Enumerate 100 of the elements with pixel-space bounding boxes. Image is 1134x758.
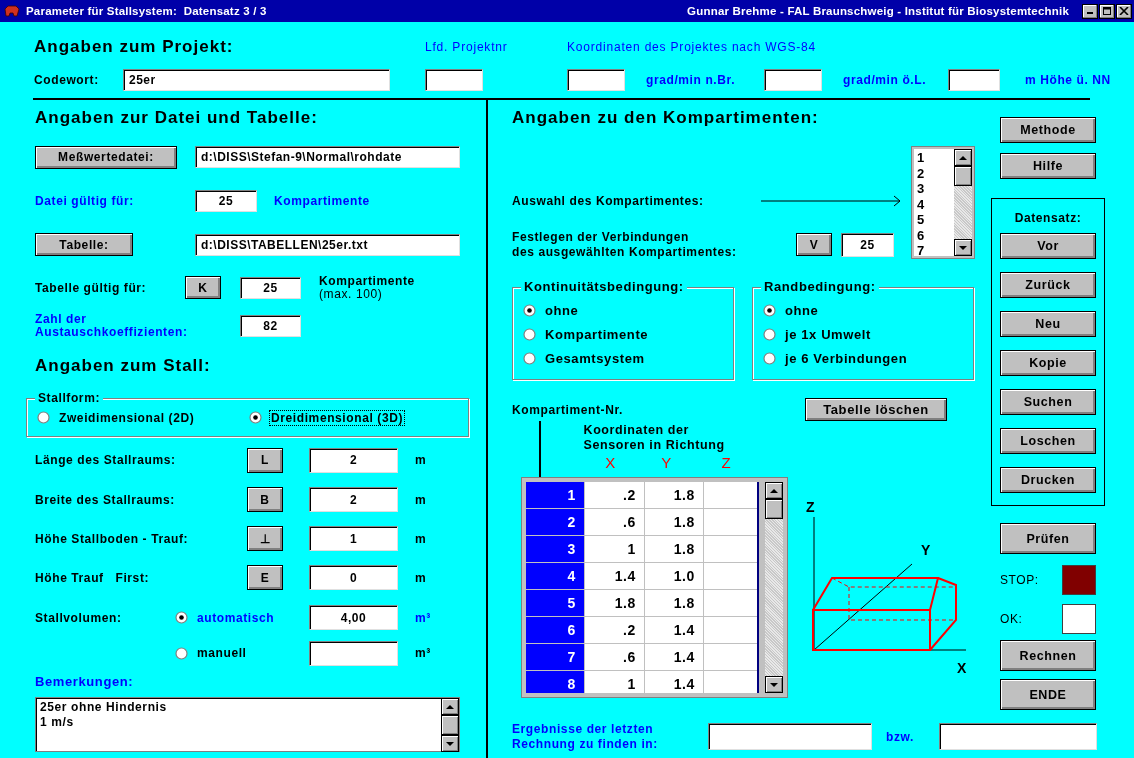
field-label: Länge des Stallraums:	[35, 453, 177, 467]
table-cell: 1.4	[645, 644, 703, 670]
field-label: Tabelle gültig für:	[35, 280, 148, 295]
text-field[interactable]: 25er	[123, 69, 390, 91]
table-cell: 1.4	[645, 671, 703, 693]
text-field[interactable]	[948, 69, 1000, 91]
column-label: Z	[720, 454, 733, 471]
side-button[interactable]: Methode	[1000, 117, 1096, 143]
table-cell: 1.0	[645, 563, 703, 589]
radio-option[interactable]: Zweidimensional (2D)	[37, 409, 249, 426]
clear-button[interactable]: Tabelle löschen	[805, 398, 947, 421]
field-label: Koordinaten des Projektes nach WGS-84	[567, 40, 818, 54]
table-cell	[704, 590, 758, 616]
radio-option[interactable]: je 1x Umwelt	[763, 326, 973, 343]
unit-label: m³	[415, 610, 431, 625]
unit-label: m	[415, 570, 427, 585]
unit-label: Kompartimente	[319, 274, 415, 288]
radio-option[interactable]: ohne	[523, 302, 733, 319]
close-button[interactable]	[1116, 3, 1132, 19]
row-header: 7	[526, 644, 584, 670]
axis-label: Z	[806, 499, 816, 515]
list-item[interactable]: 2	[917, 165, 951, 181]
side-button[interactable]: Neu	[1000, 311, 1096, 337]
side-button[interactable]: Loschen	[1000, 428, 1096, 454]
maximize-button[interactable]	[1099, 3, 1115, 19]
unit-label: m	[415, 453, 427, 467]
scrollbar[interactable]	[954, 149, 972, 256]
field-label: Stallvolumen:	[35, 610, 123, 625]
number-field[interactable]: 25	[841, 232, 894, 257]
table-cell	[704, 563, 758, 589]
list-item[interactable]: 4	[917, 196, 951, 212]
field-label: Kompartiment-Nr.	[512, 402, 624, 417]
list-item[interactable]: 7	[917, 243, 951, 256]
number-field[interactable]: 2	[309, 487, 398, 512]
side-button[interactable]: Prüfen	[1000, 523, 1096, 554]
unit-label: grad/min n.Br.	[646, 73, 737, 87]
text-field[interactable]	[425, 69, 483, 91]
row-header: 6	[526, 617, 584, 643]
text-field[interactable]	[567, 69, 625, 91]
list-item[interactable]: 3	[917, 181, 951, 197]
path-field[interactable]: d:\DISS\TABELLEN\25er.txt	[195, 233, 460, 256]
list-item[interactable]: 6	[917, 227, 951, 243]
compartment-list[interactable]: 1 2 3 4 5 6 7	[912, 147, 974, 258]
letter-button[interactable]: V	[796, 233, 832, 256]
letter-button[interactable]: K	[185, 276, 221, 299]
letter-button[interactable]: B	[247, 487, 283, 512]
field-label: Auswahl des Kompartimentes:	[512, 194, 705, 208]
number-field[interactable]: 82	[240, 315, 301, 337]
path-field[interactable]: d:\DISS\Stefan-9\Normal\rohdate	[195, 146, 460, 168]
text-field[interactable]	[939, 723, 1097, 750]
text-field[interactable]	[764, 69, 822, 91]
table-cell: 1.8	[645, 509, 703, 535]
number-field[interactable]: 1	[309, 526, 398, 551]
list-item[interactable]: 1	[917, 150, 951, 166]
side-button[interactable]: Suchen	[1000, 389, 1096, 415]
number-field[interactable]: 25	[195, 190, 257, 212]
text-field[interactable]	[708, 723, 872, 750]
side-button[interactable]: Vor	[1000, 233, 1096, 259]
radio-option[interactable]: je 6 Verbindungen	[763, 350, 973, 367]
number-field[interactable]: 2	[309, 447, 398, 473]
radio-option[interactable]: Kompartimente	[523, 326, 733, 343]
group-label: Datensatz:	[1013, 210, 1083, 227]
side-button[interactable]: ENDE	[1000, 679, 1096, 710]
field-label: Codewort:	[34, 73, 100, 87]
letter-button[interactable]: E	[247, 565, 283, 590]
group-label: Randbedingung:	[761, 279, 879, 295]
radio-option[interactable]: manuell	[175, 645, 309, 661]
unit-label: grad/min ö.L.	[843, 73, 928, 87]
minimize-button[interactable]	[1082, 3, 1098, 19]
table-button[interactable]: Tabelle:	[35, 233, 133, 256]
side-button[interactable]: Zurück	[1000, 272, 1096, 298]
field-label: Lfd. Projektnr	[425, 40, 509, 54]
letter-button[interactable]: ⊥	[247, 526, 283, 551]
field-label: Festlegen der Verbindungen des ausgewählten Kompartimentes:	[512, 229, 738, 260]
scrollbar[interactable]	[765, 482, 783, 693]
number-field[interactable]	[309, 640, 398, 666]
list-item[interactable]: 5	[917, 212, 951, 228]
side-button[interactable]: Hilfe	[1000, 153, 1096, 179]
table-cell: 1.8	[585, 590, 644, 616]
number-field[interactable]: 0	[309, 565, 398, 590]
radio-option[interactable]: ohne	[763, 302, 973, 319]
radio-option[interactable]: automatisch	[175, 609, 309, 626]
letter-button[interactable]: L	[247, 447, 283, 473]
table-cell	[704, 671, 758, 693]
radio-option[interactable]: Gesamtsystem	[523, 350, 733, 367]
side-button[interactable]: Kopie	[1000, 350, 1096, 376]
section-heading: Angaben zum Stall:	[35, 356, 211, 376]
number-field[interactable]: 25	[240, 276, 301, 299]
field-label: Zahl der Austauschkoeffizienten:	[35, 313, 189, 339]
table-cell: .2	[585, 482, 644, 508]
remarks-field[interactable]: 25er ohne Hindernis 1 m/s	[35, 697, 460, 752]
side-button[interactable]: Drucken	[1000, 467, 1096, 493]
file-button[interactable]: Meßwertedatei:	[35, 145, 177, 169]
number-field[interactable]: 4,00	[309, 605, 398, 630]
unit-label: Kompartimente	[274, 194, 370, 208]
table-cell	[704, 644, 758, 670]
side-button[interactable]: Rechnen	[1000, 640, 1096, 671]
table-cell: 1	[585, 671, 644, 693]
scrollbar[interactable]	[441, 698, 459, 751]
unit-label: m	[415, 531, 427, 546]
